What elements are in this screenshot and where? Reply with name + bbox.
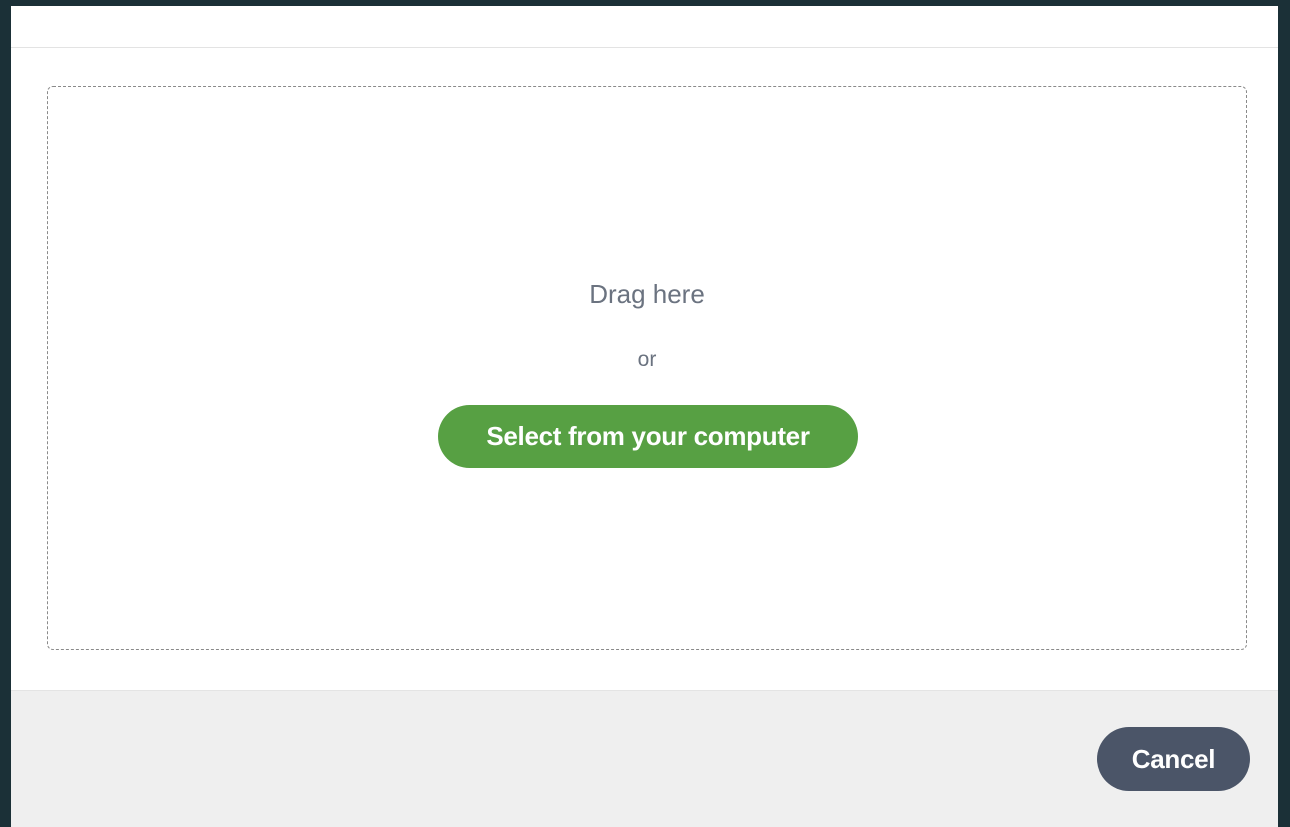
dialog-header [11, 6, 1278, 48]
upload-dialog: Drag here or Select from your computer C… [11, 6, 1278, 827]
or-separator-text: or [637, 348, 657, 371]
file-drop-zone[interactable]: Drag here or Select from your computer [47, 86, 1247, 650]
dialog-footer: Cancel [11, 690, 1278, 827]
cancel-button[interactable]: Cancel [1097, 727, 1250, 791]
drag-here-text: Drag here [589, 279, 705, 309]
select-from-computer-button[interactable]: Select from your computer [438, 405, 858, 468]
